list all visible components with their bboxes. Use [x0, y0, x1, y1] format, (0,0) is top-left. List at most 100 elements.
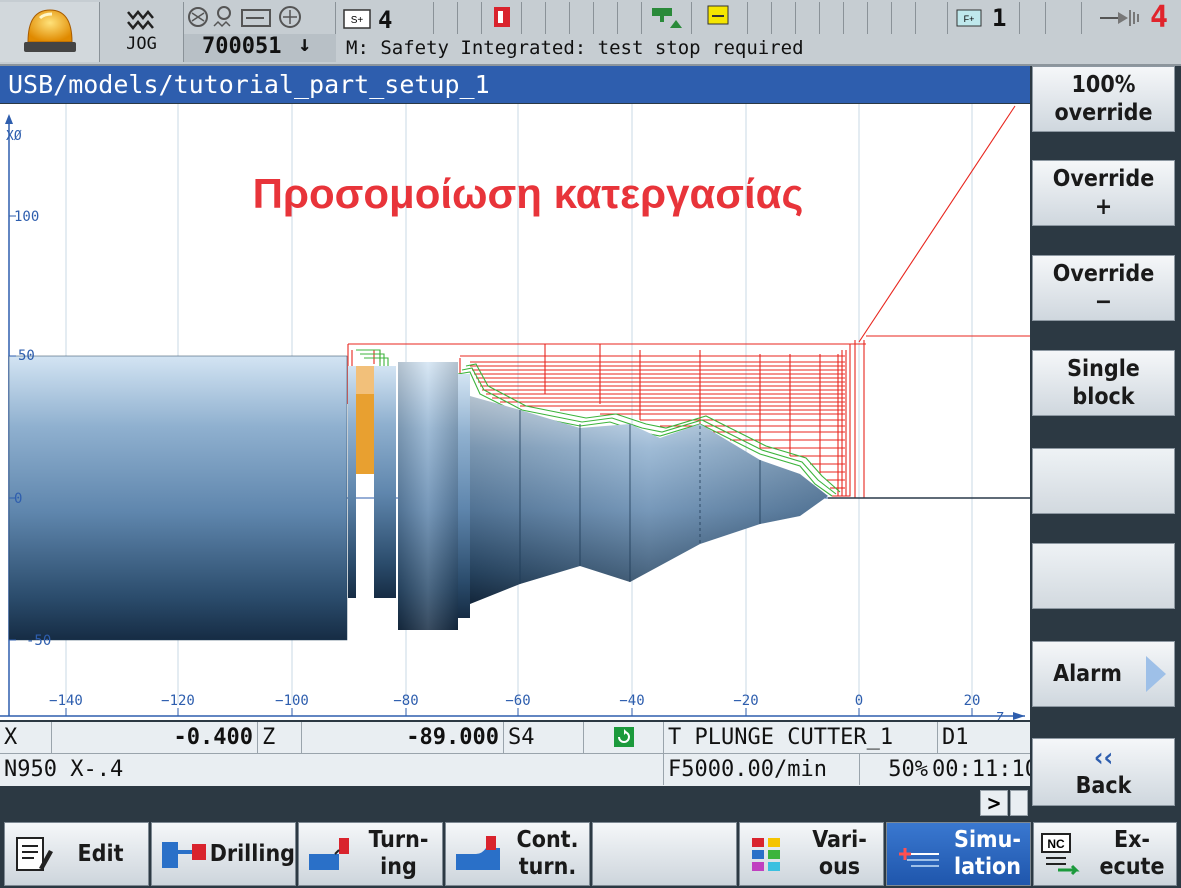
- softkey-label: ing: [380, 854, 417, 880]
- status-slot: [868, 2, 892, 34]
- jog-mode-icon: [126, 10, 154, 30]
- softkey-simulation[interactable]: Simu-lation: [886, 822, 1031, 886]
- softkey-contour-turning[interactable]: Cont. turn.: [445, 822, 590, 886]
- softkey-label: turn.: [518, 854, 577, 880]
- softkey-label: Ex-: [1113, 827, 1151, 853]
- stop-icon: [494, 7, 510, 27]
- x-tick: −40: [619, 693, 644, 709]
- softkey-empty-6[interactable]: [1032, 543, 1175, 609]
- status-slot: [892, 2, 916, 34]
- softkey-label: Single: [1067, 356, 1140, 382]
- softkey-100-override[interactable]: 100% override: [1032, 66, 1175, 132]
- drilling-icon: [162, 842, 206, 868]
- alarm-count: 4: [1150, 0, 1169, 35]
- program-arrow-icon: ↓: [298, 32, 312, 57]
- status-slot: [844, 2, 868, 34]
- softkey-label: lation: [954, 854, 1021, 880]
- x-ticks: −140 −120 −100 −80 −60 −40 −20 0 20: [49, 693, 980, 716]
- z-axis-name: Z: [258, 722, 302, 753]
- info-panel: X -0.400 Z -89.000 S4 T PLUNGE CUTTER_1 …: [0, 722, 1030, 786]
- softkey-label: −: [1094, 289, 1113, 315]
- feed-icon: [707, 5, 729, 25]
- softkey-label-group: Cont. turn.: [506, 827, 589, 881]
- coolant-cell: [642, 2, 692, 34]
- position-row: X -0.400 Z -89.000 S4 T PLUNGE CUTTER_1 …: [0, 722, 1030, 754]
- softkey-label: override: [1054, 100, 1153, 126]
- softkey-empty[interactable]: [592, 822, 737, 886]
- softkey-label-group: Ex-ecute: [1088, 827, 1176, 881]
- softkey-edit[interactable]: Edit: [4, 822, 149, 886]
- status-message: M: Safety Integrated: test stop required: [346, 37, 804, 59]
- x-tick: −140: [49, 693, 83, 709]
- x-tick: −80: [393, 693, 418, 709]
- arrow-right-icon: [1146, 656, 1166, 692]
- spindle-status-cell: [584, 722, 664, 753]
- f-key-icon: F+: [956, 9, 982, 27]
- softkey-label: Simu-: [954, 827, 1021, 853]
- back-arrow-icon: ‹‹: [1093, 743, 1114, 773]
- softkey-label: Drilling: [209, 840, 295, 867]
- softkey-label: ous: [818, 854, 861, 880]
- softkey-drilling[interactable]: Drilling: [151, 822, 296, 886]
- nc-block: N950 X-.4: [0, 754, 664, 785]
- softkey-execute[interactable]: NC Ex-ecute: [1033, 822, 1177, 886]
- various-icon: [752, 838, 780, 871]
- alarm-beacon-cell[interactable]: [0, 2, 100, 62]
- contour-turning-icon: [456, 836, 500, 870]
- block-row: N950 X-.4 F5000.00/min 50% 00:11:10: [0, 754, 1030, 785]
- softkey-turning[interactable]: Turn-ing: [298, 822, 443, 886]
- safety-status-cell: 700051 ↓: [184, 2, 336, 62]
- status-slot: [570, 2, 594, 34]
- z-position-value: -89.000: [302, 722, 504, 753]
- status-slot: [1010, 790, 1028, 816]
- y-axis-label: XØ: [6, 129, 22, 144]
- status-slot: [748, 2, 772, 34]
- next-page-button[interactable]: >: [980, 790, 1008, 816]
- softkey-empty-5[interactable]: [1032, 448, 1175, 514]
- softkey-override-minus[interactable]: Override −: [1032, 255, 1175, 321]
- softkey-label-group: Vari-ous: [796, 827, 883, 881]
- simulation-icon: [899, 848, 939, 867]
- status-slot: [820, 2, 844, 34]
- status-slot: [916, 2, 948, 34]
- simulation-view[interactable]: Προσομοίωση κατεργασίας XØ Z 100 50 0 -5…: [0, 104, 1030, 726]
- status-slot: [796, 2, 820, 34]
- svg-text:F+: F+: [964, 14, 975, 24]
- softkey-override-plus[interactable]: Override +: [1032, 160, 1175, 226]
- status-slot: [594, 2, 618, 34]
- softkey-various[interactable]: Vari-ous: [739, 822, 884, 886]
- alarm-counter[interactable]: 4: [1082, 0, 1181, 35]
- status-slot: [410, 2, 434, 34]
- status-slot: [618, 2, 642, 34]
- softkey-label: 100%: [1071, 72, 1136, 98]
- status-slot: [434, 2, 458, 34]
- softkey-single-block[interactable]: Single block: [1032, 350, 1175, 416]
- simulation-canvas[interactable]: Προσομοίωση κατεργασίας XØ Z 100 50 0 -5…: [0, 104, 1030, 726]
- edit-icon: [16, 837, 53, 871]
- channel-icon: S+: [343, 9, 371, 29]
- softkey-back[interactable]: ‹‹ Back: [1032, 738, 1175, 806]
- softkey-label: Vari-: [812, 827, 867, 853]
- svg-text:NC: NC: [1047, 837, 1065, 851]
- program-path-title: USB/models/tutorial_part_setup_1: [0, 66, 1030, 103]
- softkey-alarm[interactable]: Alarm: [1032, 641, 1175, 707]
- jog-mode-cell[interactable]: JOG: [100, 2, 184, 62]
- softkey-label: Override: [1052, 166, 1155, 192]
- softkey-label: ecute: [1099, 854, 1165, 880]
- x-axis-name: X: [0, 722, 52, 753]
- x-axis-label: Z: [996, 711, 1004, 720]
- d-number: D1: [942, 725, 969, 750]
- x-tick: −60: [505, 693, 530, 709]
- softkey-label: Cont.: [516, 827, 579, 853]
- y-tick-50: 50: [18, 348, 35, 364]
- status-slot: [772, 2, 796, 34]
- coolant-icon: [652, 8, 682, 28]
- status-slot: [458, 2, 482, 34]
- tool-name: T PLUNGE CUTTER_1: [664, 722, 938, 753]
- status-slot: [1046, 2, 1082, 34]
- status-slot: [1020, 2, 1046, 34]
- feedrate: F5000.00/min: [664, 754, 860, 785]
- softkey-label: Turn-: [368, 827, 429, 853]
- simulation-overlay-title: Προσομοίωση κατεργασίας: [253, 170, 804, 217]
- program-number: 700051: [202, 34, 282, 59]
